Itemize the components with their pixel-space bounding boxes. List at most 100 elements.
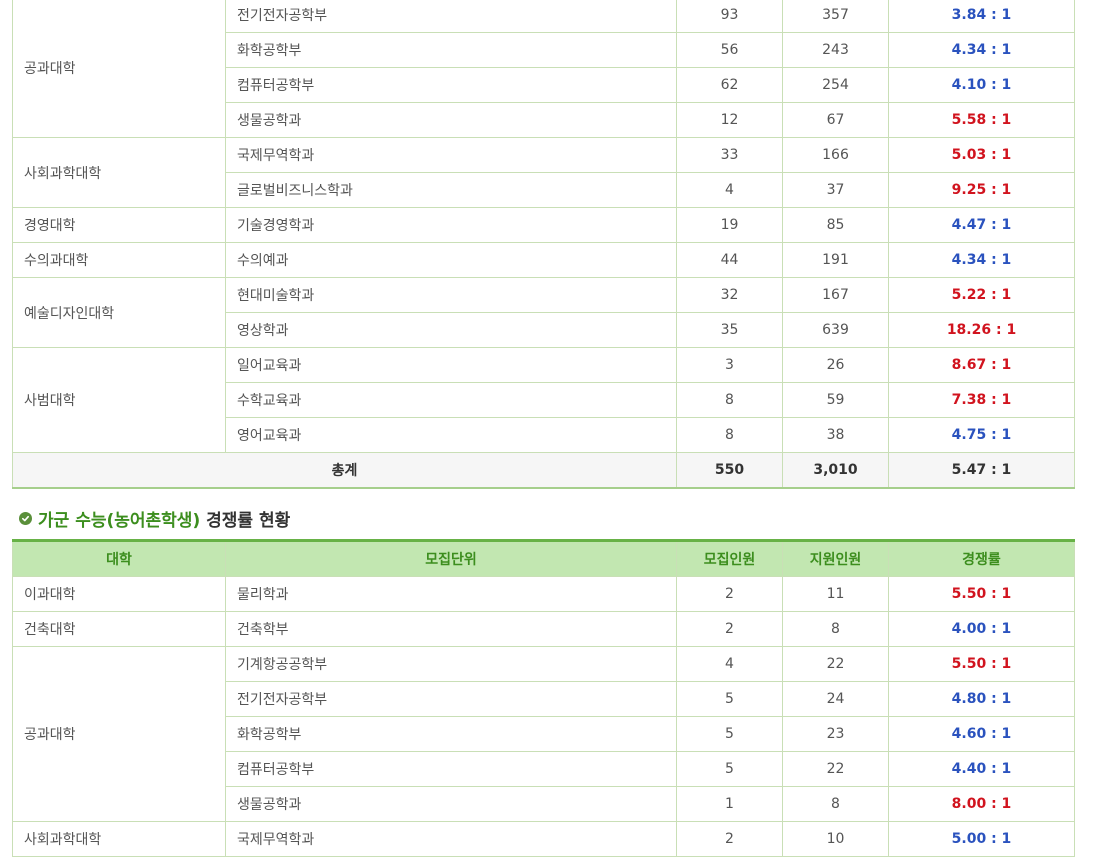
quota-cell: 4 [676,172,783,208]
quota-cell: 35 [676,312,783,348]
table-row: 사회과학대학 국제무역학과 2 10 5.00 : 1 [12,821,1075,857]
applicants-cell: 8 [782,611,889,647]
ratio-cell: 4.47 : 1 [888,207,1075,243]
total-row: 총계 550 3,010 5.47 : 1 [12,452,1075,489]
applicants-cell: 167 [782,277,889,313]
college-cell: 사범대학 [12,347,226,453]
applicants-cell: 243 [782,32,889,68]
section-title: 가군 수능(농어촌학생) 경쟁률 현황 [19,505,290,531]
college-cell: 경영대학 [12,207,226,243]
ratio-cell: 4.60 : 1 [888,716,1075,752]
table-row: 사회과학대학 국제무역학과 33 166 5.03 : 1 [12,137,1075,208]
college-cell: 건축대학 [12,611,226,647]
ratio-cell: 4.34 : 1 [888,32,1075,68]
college-cell: 예술디자인대학 [12,277,226,348]
applicants-cell: 37 [782,172,889,208]
department-cell: 현대미술학과 [225,277,677,313]
check-circle-icon [19,511,32,525]
quota-cell: 56 [676,32,783,68]
header-ratio: 경쟁률 [888,540,1075,577]
quota-cell: 3 [676,347,783,383]
total-ratio: 5.47 : 1 [888,452,1075,489]
department-cell: 영어교육과 [225,417,677,453]
quota-cell: 12 [676,102,783,138]
applicants-cell: 22 [782,751,889,787]
department-cell: 화학공학부 [225,32,677,68]
applicants-cell: 357 [782,0,889,33]
quota-cell: 8 [676,417,783,453]
department-cell: 컴퓨터공학부 [225,751,677,787]
competition-table-1: 공과대학 전기전자공학부 93 357 3.84 : 1 화학공학부 56 24… [12,0,1075,489]
ratio-cell: 4.40 : 1 [888,751,1075,787]
applicants-cell: 23 [782,716,889,752]
department-cell: 기술경영학과 [225,207,677,243]
section-title-highlight: 가군 수능(농어촌학생) [38,510,201,531]
quota-cell: 1 [676,786,783,822]
college-cell: 수의과대학 [12,242,226,278]
ratio-cell: 8.00 : 1 [888,786,1075,822]
applicants-cell: 26 [782,347,889,383]
college-cell: 공과대학 [12,646,226,822]
quota-cell: 5 [676,716,783,752]
department-cell: 전기전자공학부 [225,0,677,33]
college-cell: 이과대학 [12,576,226,612]
quota-cell: 62 [676,67,783,103]
department-cell: 기계항공공학부 [225,646,677,682]
ratio-cell: 7.38 : 1 [888,382,1075,418]
table-row: 건축대학 건축학부 2 8 4.00 : 1 [12,611,1075,647]
department-cell: 국제무역학과 [225,137,677,173]
ratio-cell: 4.10 : 1 [888,67,1075,103]
college-cell: 사회과학대학 [12,137,226,208]
applicants-cell: 59 [782,382,889,418]
total-quota: 550 [676,452,783,489]
quota-cell: 4 [676,646,783,682]
applicants-cell: 191 [782,242,889,278]
applicants-cell: 22 [782,646,889,682]
ratio-cell: 4.00 : 1 [888,611,1075,647]
ratio-cell: 5.58 : 1 [888,102,1075,138]
applicants-cell: 24 [782,681,889,717]
quota-cell: 8 [676,382,783,418]
total-label: 총계 [12,452,677,489]
ratio-cell: 18.26 : 1 [888,312,1075,348]
ratio-cell: 3.84 : 1 [888,0,1075,33]
department-cell: 물리학과 [225,576,677,612]
applicants-cell: 38 [782,417,889,453]
table-header-row: 대학 모집단위 모집인원 지원인원 경쟁률 [12,540,1075,577]
department-cell: 글로벌비즈니스학과 [225,172,677,208]
quota-cell: 33 [676,137,783,173]
applicants-cell: 10 [782,821,889,857]
department-cell: 전기전자공학부 [225,681,677,717]
department-cell: 생물공학과 [225,102,677,138]
ratio-cell: 5.50 : 1 [888,576,1075,612]
quota-cell: 2 [676,821,783,857]
section-title-text: 경쟁률 현황 [206,510,291,531]
department-cell: 컴퓨터공학부 [225,67,677,103]
college-cell: 공과대학 [12,0,226,138]
ratio-cell: 5.22 : 1 [888,277,1075,313]
applicants-cell: 85 [782,207,889,243]
header-applicants: 지원인원 [782,540,889,577]
department-cell: 수의예과 [225,242,677,278]
table-row: 경영대학 기술경영학과 19 85 4.47 : 1 [12,207,1075,243]
department-cell: 생물공학과 [225,786,677,822]
department-cell: 영상학과 [225,312,677,348]
competition-table-2: 대학 모집단위 모집인원 지원인원 경쟁률 이과대학 물리학과 2 11 5.5… [12,539,1075,857]
ratio-cell: 5.00 : 1 [888,821,1075,857]
department-cell: 일어교육과 [225,347,677,383]
quota-cell: 5 [676,751,783,787]
header-unit: 모집단위 [225,540,677,577]
applicants-cell: 166 [782,137,889,173]
table-row: 사범대학 일어교육과 3 26 8.67 : 1 [12,347,1075,453]
department-cell: 화학공학부 [225,716,677,752]
applicants-cell: 8 [782,786,889,822]
ratio-cell: 5.50 : 1 [888,646,1075,682]
ratio-cell: 4.75 : 1 [888,417,1075,453]
ratio-cell: 9.25 : 1 [888,172,1075,208]
ratio-cell: 4.34 : 1 [888,242,1075,278]
table-row: 수의과대학 수의예과 44 191 4.34 : 1 [12,242,1075,278]
table-row: 이과대학 물리학과 2 11 5.50 : 1 [12,576,1075,612]
table-row: 공과대학 기계항공공학부 4 22 5.50 : 1 [12,646,1075,822]
college-cell: 사회과학대학 [12,821,226,857]
department-cell: 건축학부 [225,611,677,647]
